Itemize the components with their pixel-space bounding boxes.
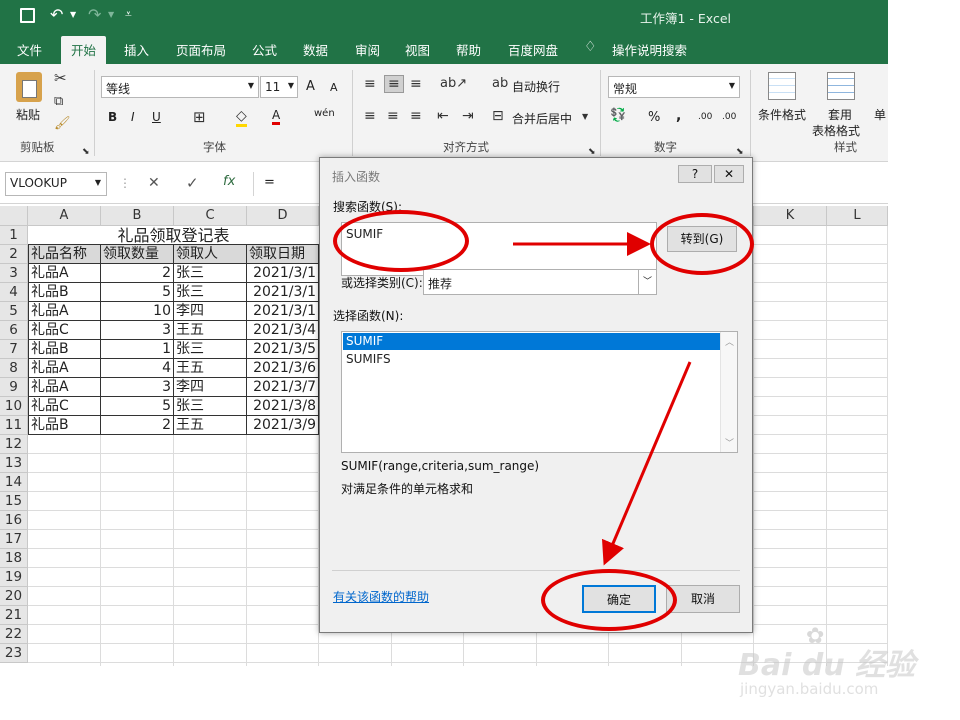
annotation-arrows	[513, 232, 692, 566]
watermark-url: jingyan.baidu.com	[740, 680, 879, 698]
baidu-watermark: ✿ Bai du 经验 jingyan.baidu.com	[738, 624, 928, 712]
watermark-brand: Bai du 经验	[738, 648, 916, 683]
